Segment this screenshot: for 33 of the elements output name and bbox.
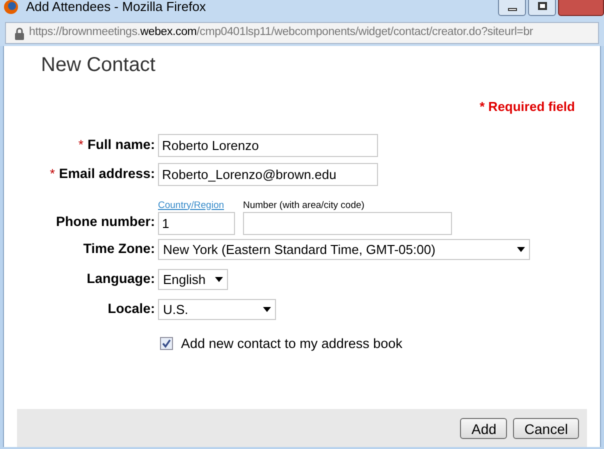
country-code-field[interactable]: 1 <box>158 212 235 234</box>
field-label: Time Zone: <box>83 240 155 258</box>
lock-icon <box>14 26 25 40</box>
checkbox[interactable] <box>160 337 173 350</box>
window-title: Add Attendees - Mozilla Firefox <box>26 0 206 16</box>
phone-number-field[interactable] <box>243 212 452 234</box>
dropdown[interactable]: U.S. <box>158 299 276 320</box>
dialog-heading: New Contact <box>40 53 156 78</box>
caret-icon <box>263 307 271 312</box>
dialog-button[interactable]: Cancel <box>513 418 579 438</box>
field-label: Email address: <box>58 164 155 183</box>
field-label: Language: <box>86 270 155 288</box>
required-asterisk: * <box>50 165 55 184</box>
checkbox-label: Add new contact to my address book <box>181 334 402 353</box>
dropdown[interactable]: New York (Eastern Standard Time, GMT-05:00) <box>158 239 530 260</box>
url-text: https://brownmeetings.webex.com/cmp0401lsp11/webcomponents/widget/contact/creator.do?siteurl=br <box>29 25 534 40</box>
dialog-button[interactable]: Add <box>460 418 508 438</box>
field-label: Phone number: <box>56 213 155 232</box>
number-hint: Number (with area/city code) <box>243 198 366 212</box>
caret-icon <box>517 247 525 252</box>
field-label: Locale: <box>108 300 155 318</box>
caret-icon <box>215 277 223 282</box>
dropdown[interactable]: English <box>158 269 228 290</box>
text-field[interactable]: Roberto Lorenzo <box>158 134 378 156</box>
maximize-button[interactable] <box>528 0 556 16</box>
field-label: Full name: <box>87 136 155 154</box>
text-field[interactable]: Roberto_Lorenzo@brown.edu <box>158 162 378 186</box>
minimize-button[interactable] <box>498 0 526 16</box>
required-field-note: * Required field <box>480 98 575 116</box>
country-region-link[interactable]: Country/Region <box>158 198 235 212</box>
address-bar[interactable]: https://brownmeetings.webex.com/cmp0401lsp11/webcomponents/widget/contact/creator.do?siteurl=br <box>5 22 599 44</box>
browser-logo-icon <box>4 0 18 14</box>
required-asterisk: * <box>78 136 84 154</box>
